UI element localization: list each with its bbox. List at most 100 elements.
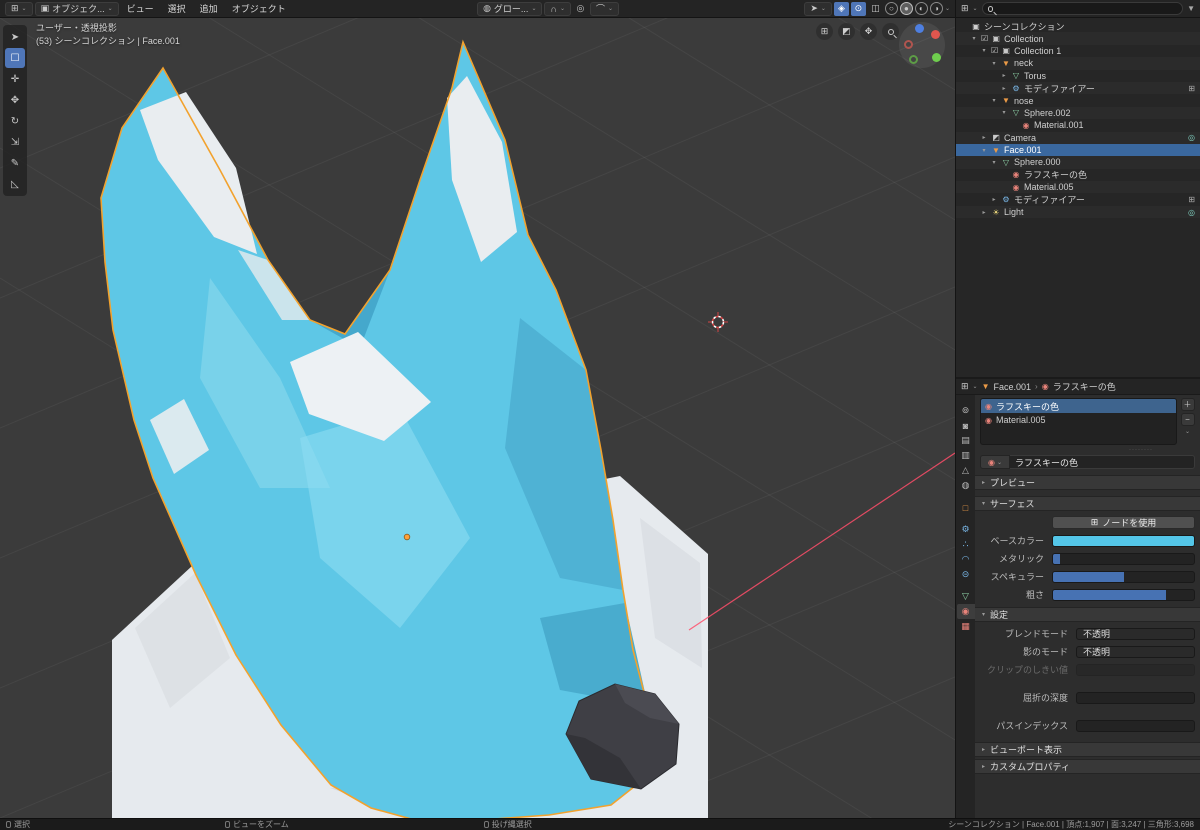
tab-constraints[interactable]: ⊝ bbox=[957, 567, 975, 582]
xray-toggle[interactable]: ◫ bbox=[868, 2, 883, 16]
tab-tool[interactable]: ⊚ bbox=[957, 403, 975, 418]
pan-view-button[interactable]: ✥ bbox=[860, 23, 877, 40]
screen-icon[interactable]: ⊞ bbox=[1188, 84, 1195, 93]
outliner-row[interactable]: ▸ ◩ Camera ◎ bbox=[956, 132, 1200, 144]
annotate-tool[interactable]: ✎ bbox=[5, 153, 25, 173]
select-box-tool[interactable]: ☐ bbox=[5, 48, 25, 68]
outliner-editor-icon[interactable]: ⊞ bbox=[961, 3, 969, 14]
axis-neg-y-dot[interactable] bbox=[909, 55, 918, 64]
move-tool[interactable]: ✥ bbox=[5, 90, 25, 110]
mode-select[interactable]: ▣ オブジェク... ⌄ bbox=[34, 1, 119, 16]
navigation-gizmo[interactable] bbox=[899, 22, 945, 68]
filter-icon[interactable]: ▼ bbox=[1187, 4, 1195, 13]
cursor-3d-tool[interactable]: ✛ bbox=[5, 69, 25, 89]
number-field[interactable] bbox=[1076, 719, 1195, 732]
material-name-field[interactable]: ラフスキーの色 bbox=[1010, 455, 1195, 469]
outliner-search[interactable] bbox=[981, 2, 1184, 15]
object-visibility-select[interactable]: ➤ ⌄ bbox=[804, 1, 832, 16]
tab-world[interactable]: ◍ bbox=[957, 478, 975, 493]
proportional-edit-toggle[interactable]: ◎ bbox=[573, 2, 588, 16]
section-settings[interactable]: ▾ 設定 bbox=[975, 607, 1200, 622]
screen-icon[interactable]: ⊞ bbox=[1188, 195, 1195, 204]
expand-caret[interactable]: ▾ bbox=[980, 147, 988, 154]
expand-caret[interactable]: ▾ bbox=[990, 159, 998, 166]
menu-item-1[interactable]: 選択 bbox=[162, 1, 192, 16]
section-surface[interactable]: ▾ サーフェス bbox=[975, 496, 1200, 511]
outliner-row[interactable]: ▸ ▽ Torus bbox=[956, 70, 1200, 82]
section-viewport-display[interactable]: ▸ ビューポート表示 bbox=[975, 742, 1200, 757]
tab-object-data[interactable]: ▽ bbox=[957, 589, 975, 604]
value-slider[interactable] bbox=[1052, 588, 1195, 601]
tab-physics[interactable]: ◠ bbox=[957, 552, 975, 567]
menu-item-0[interactable]: ビュー bbox=[121, 1, 160, 16]
axis-x-dot[interactable] bbox=[931, 30, 940, 39]
base-color-swatch[interactable] bbox=[1052, 534, 1195, 547]
outliner-row[interactable]: ▾ ▽ Sphere.000 bbox=[956, 156, 1200, 168]
data-icon[interactable]: ◎ bbox=[1188, 208, 1195, 217]
outliner-row[interactable]: ◉ ラフスキーの色 bbox=[956, 169, 1200, 181]
browse-material-button[interactable]: ◉ ⌄ bbox=[980, 455, 1010, 469]
tab-particles[interactable]: ∴ bbox=[957, 537, 975, 552]
tab-render[interactable]: ◙ bbox=[957, 418, 975, 433]
expand-caret[interactable]: ▸ bbox=[980, 134, 988, 141]
collection-checkbox[interactable]: ☑ bbox=[981, 34, 988, 43]
tab-texture[interactable]: ▦ bbox=[957, 619, 975, 634]
outliner-row[interactable]: ▾ ▼ neck bbox=[956, 57, 1200, 69]
value-slider[interactable] bbox=[1052, 570, 1195, 583]
zoom-view-button[interactable] bbox=[882, 23, 899, 40]
search-input[interactable] bbox=[997, 4, 1178, 13]
expand-caret[interactable]: ▸ bbox=[1000, 85, 1008, 92]
scale-tool[interactable]: ⇲ bbox=[5, 132, 25, 152]
value-slider[interactable] bbox=[1052, 552, 1195, 565]
rotate-tool[interactable]: ↻ bbox=[5, 111, 25, 131]
menu-item-2[interactable]: 追加 bbox=[194, 1, 224, 16]
tab-modifiers[interactable]: ⚙ bbox=[957, 522, 975, 537]
properties-editor-icon[interactable]: ⊞ bbox=[961, 381, 969, 392]
expand-caret[interactable]: ▾ bbox=[980, 47, 988, 54]
axis-y-dot[interactable] bbox=[932, 53, 941, 62]
breadcrumb-material[interactable]: ラフスキーの色 bbox=[1053, 380, 1116, 393]
tab-view-layer[interactable]: ▥ bbox=[957, 448, 975, 463]
tab-output[interactable]: ▤ bbox=[957, 433, 975, 448]
camera-view-button[interactable]: ◩ bbox=[838, 23, 855, 40]
expand-caret[interactable]: ▾ bbox=[990, 97, 998, 104]
shading-rendered-button[interactable]: ◑ bbox=[929, 2, 943, 15]
use-nodes-button[interactable]: ⊞ ノードを使用 bbox=[1052, 516, 1195, 529]
tab-object[interactable]: □ bbox=[957, 500, 975, 515]
viewport-canvas[interactable]: ➤ ☐ ✛ ✥ ↻ ⇲ ✎ ◺ ユーザー・透視投影 (53) シーンコレクション | Face… bbox=[0, 18, 955, 818]
remove-slot-button[interactable]: − bbox=[1180, 413, 1195, 426]
outliner-row[interactable]: ▾ ▼ nose bbox=[956, 94, 1200, 106]
list-resize-grip[interactable]: ········ bbox=[980, 445, 1195, 454]
expand-caret[interactable]: ▸ bbox=[990, 196, 998, 203]
data-icon[interactable]: ◎ bbox=[1188, 133, 1195, 142]
breadcrumb-object[interactable]: Face.001 bbox=[994, 382, 1032, 392]
add-slot-button[interactable]: ＋ bbox=[1180, 398, 1195, 411]
number-field[interactable] bbox=[1076, 691, 1195, 704]
tab-material[interactable]: ◉ bbox=[956, 604, 975, 619]
axis-neg-x-dot[interactable] bbox=[904, 40, 913, 49]
falloff-select[interactable]: ⌒ ⌄ bbox=[589, 1, 620, 16]
outliner-row[interactable]: ▣ シーンコレクション bbox=[956, 20, 1200, 32]
editor-type-button[interactable]: ⊞ ⌄ bbox=[5, 1, 33, 16]
shading-solid-button[interactable]: ● bbox=[899, 2, 913, 15]
show-gizmo-toggle[interactable]: ◈ bbox=[833, 1, 849, 16]
tab-scene[interactable]: △ bbox=[957, 463, 975, 478]
expand-caret[interactable]: ▾ bbox=[1000, 109, 1008, 116]
outliner-row[interactable]: ▾ ▽ Sphere.002 bbox=[956, 107, 1200, 119]
ortho-toggle-button[interactable]: ⊞ bbox=[816, 23, 833, 40]
expand-caret[interactable]: ▾ bbox=[990, 60, 998, 67]
expand-caret[interactable]: ▸ bbox=[980, 209, 988, 216]
expand-caret[interactable]: ▾ bbox=[970, 35, 978, 42]
outliner-row[interactable]: ▾ ☑ ▣ Collection bbox=[956, 32, 1200, 44]
snap-toggle[interactable]: ∩ ⌄ bbox=[544, 1, 571, 16]
menu-item-3[interactable]: オブジェクト bbox=[226, 1, 292, 16]
axis-z-dot[interactable] bbox=[915, 24, 924, 33]
shading-wireframe-button[interactable]: ○ bbox=[884, 2, 898, 15]
material-slot[interactable]: ◉ Material.005 bbox=[981, 413, 1176, 427]
outliner-row[interactable]: ▸ ⚙ モディファイアー ⊞ bbox=[956, 193, 1200, 205]
section-custom-properties[interactable]: ▸ カスタムプロパティ bbox=[975, 759, 1200, 774]
outliner-row[interactable]: ◉ Material.001 bbox=[956, 119, 1200, 131]
section-preview[interactable]: ▸ プレビュー bbox=[975, 475, 1200, 490]
outliner-row[interactable]: ▾ ☑ ▣ Collection 1 bbox=[956, 45, 1200, 57]
enum-dropdown[interactable]: 不透明 bbox=[1076, 645, 1195, 658]
